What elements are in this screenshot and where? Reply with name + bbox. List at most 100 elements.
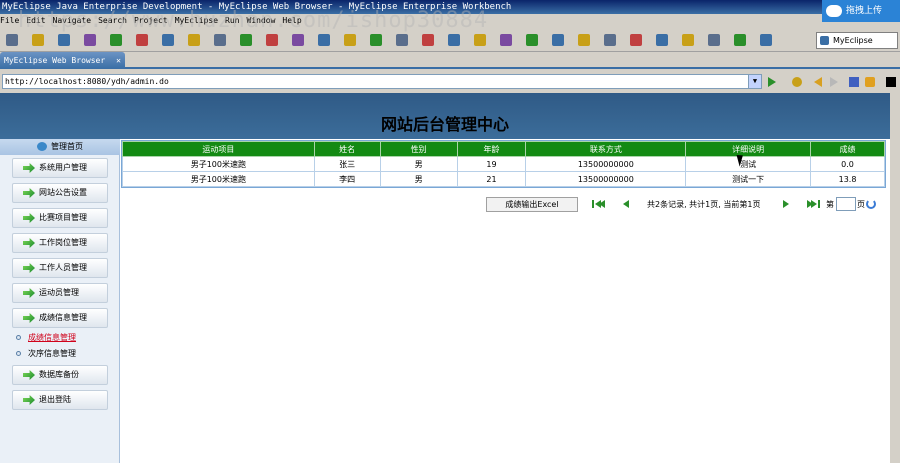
goto-prefix: 第 xyxy=(826,200,834,209)
toolbar-button-icon[interactable] xyxy=(32,34,44,46)
toolbar-button-icon[interactable] xyxy=(760,34,772,46)
column-header: 详细说明 xyxy=(685,141,812,157)
table-row[interactable]: 男子100米速跑 李四 男 21 13500000000 测试一下 13.8 xyxy=(122,171,885,187)
chevron-down-icon[interactable]: ▼ xyxy=(748,75,761,88)
sidebar-item-staff[interactable]: 工作人员管理 xyxy=(12,258,108,278)
menu-item-edit[interactable]: Edit xyxy=(26,16,45,25)
toolbar-button-icon[interactable] xyxy=(266,34,278,46)
cell-age: 19 xyxy=(456,156,527,172)
sub-item-score-info[interactable]: 成绩信息管理 xyxy=(16,332,76,344)
home-icon xyxy=(37,142,47,151)
toolbar-button-icon[interactable] xyxy=(240,34,252,46)
sidebar-item-positions[interactable]: 工作岗位管理 xyxy=(12,233,108,253)
goto-page-input[interactable] xyxy=(836,197,856,211)
next-page-icon[interactable] xyxy=(783,200,789,208)
sidebar: 管理首页 系统用户管理 网站公告设置 比赛项目管理 工作岗位管理 工作人员管理 … xyxy=(0,139,120,463)
menu-bar: File Edit Navigate Search Project MyEclipse Ru… xyxy=(0,14,900,28)
cell-contact: 13500000000 xyxy=(525,156,687,172)
prev-page-icon[interactable] xyxy=(623,200,629,208)
toolbar-button-icon[interactable] xyxy=(318,34,330,46)
console-icon[interactable] xyxy=(886,77,896,87)
menu-item-run[interactable]: Run xyxy=(225,16,239,25)
url-text: http://localhost:8080/ydh/admin.do xyxy=(5,77,169,86)
column-header: 运动项目 xyxy=(122,141,315,157)
arrow-icon xyxy=(23,288,35,298)
sidebar-item-home[interactable]: 管理首页 xyxy=(0,139,120,155)
toolbar-button-icon[interactable] xyxy=(500,34,512,46)
toolbar-button-icon[interactable] xyxy=(526,34,538,46)
forward-icon[interactable] xyxy=(830,77,838,87)
sub-item-order-info[interactable]: 次序信息管理 xyxy=(16,348,76,360)
toolbar-button-icon[interactable] xyxy=(630,34,642,46)
menu-item-myeclipse[interactable]: MyEclipse xyxy=(175,16,218,25)
sidebar-item-scores[interactable]: 成绩信息管理 xyxy=(12,308,108,328)
gear-icon[interactable] xyxy=(792,77,802,87)
sidebar-item-label: 成绩信息管理 xyxy=(39,313,87,322)
toolbar-button-icon[interactable] xyxy=(448,34,460,46)
toolbar-button-icon[interactable] xyxy=(578,34,590,46)
cell-score: 0.0 xyxy=(810,156,885,172)
url-input[interactable]: http://localhost:8080/ydh/admin.do ▼ xyxy=(2,74,762,89)
arrow-icon xyxy=(23,238,35,248)
table-row[interactable]: 男子100米速跑 张三 男 19 13500000000 测试 0.0 xyxy=(122,156,885,172)
menu-item-help[interactable]: Help xyxy=(282,16,301,25)
address-row: http://localhost:8080/ydh/admin.do ▼ xyxy=(0,71,900,93)
cell-event: 男子100米速跑 xyxy=(122,171,315,187)
go-icon[interactable] xyxy=(768,77,776,87)
toolbar-button-icon[interactable] xyxy=(136,34,148,46)
toolbar-button-icon[interactable] xyxy=(422,34,434,46)
close-icon[interactable]: ✕ xyxy=(116,52,121,69)
toolbar-button-icon[interactable] xyxy=(344,34,356,46)
sidebar-item-system-users[interactable]: 系统用户管理 xyxy=(12,158,108,178)
sidebar-item-db-backup[interactable]: 数据库备份 xyxy=(12,365,108,385)
sidebar-item-label: 工作人员管理 xyxy=(39,263,87,272)
tab-web-browser[interactable]: MyEclipse Web Browser ✕ xyxy=(0,52,125,69)
toolbar-button-icon[interactable] xyxy=(188,34,200,46)
toolbar-button-icon[interactable] xyxy=(474,34,486,46)
toolbar-button-icon[interactable] xyxy=(682,34,694,46)
menu-item-project[interactable]: Project xyxy=(134,16,168,25)
sidebar-item-logout[interactable]: 退出登陆 xyxy=(12,390,108,410)
toolbar-button-icon[interactable] xyxy=(292,34,304,46)
menu-item-window[interactable]: Window xyxy=(247,16,276,25)
menu-item-navigate[interactable]: Navigate xyxy=(53,16,92,25)
sidebar-item-label: 网站公告设置 xyxy=(39,188,87,197)
toolbar-button-icon[interactable] xyxy=(162,34,174,46)
upload-label: 拖拽上传 xyxy=(846,6,883,16)
cell-event: 男子100米速跑 xyxy=(122,156,315,172)
cell-gender: 男 xyxy=(379,156,458,172)
arrow-icon xyxy=(23,213,35,223)
toolbar-button-icon[interactable] xyxy=(110,34,122,46)
pager-summary: 共2条记录, 共计1页, 当前第1页 xyxy=(647,200,761,209)
arrow-icon xyxy=(23,163,35,173)
column-header: 年龄 xyxy=(456,141,527,157)
toolbar-button-icon[interactable] xyxy=(370,34,382,46)
toolbar-button-icon[interactable] xyxy=(604,34,616,46)
toolbar-button-icon[interactable] xyxy=(214,34,226,46)
toolbar-button-icon[interactable] xyxy=(84,34,96,46)
vertical-scrollbar[interactable] xyxy=(890,93,900,463)
back-icon[interactable] xyxy=(814,77,822,87)
sidebar-item-label: 运动员管理 xyxy=(39,288,79,297)
menu-item-search[interactable]: Search xyxy=(98,16,127,25)
export-excel-button[interactable]: 成绩输出Excel xyxy=(486,197,578,212)
toolbar-button-icon[interactable] xyxy=(552,34,564,46)
toolbar-button-icon[interactable] xyxy=(6,34,18,46)
toolbar-button-icon[interactable] xyxy=(396,34,408,46)
cell-name: 李四 xyxy=(313,171,381,187)
toolbar-button-icon[interactable] xyxy=(58,34,70,46)
stop-icon[interactable] xyxy=(849,77,859,87)
sidebar-home-label: 管理首页 xyxy=(51,142,83,151)
menu-item-file[interactable]: File xyxy=(0,16,19,25)
perspective-switcher[interactable]: MyEclipse xyxy=(816,32,898,49)
arrow-icon xyxy=(23,263,35,273)
upload-button[interactable]: 拖拽上传 xyxy=(822,0,900,22)
toolbar-button-icon[interactable] xyxy=(708,34,720,46)
column-header: 性别 xyxy=(379,141,458,157)
toolbar-button-icon[interactable] xyxy=(656,34,668,46)
sidebar-item-athletes[interactable]: 运动员管理 xyxy=(12,283,108,303)
toolbar-button-icon[interactable] xyxy=(734,34,746,46)
page-title: 网站后台管理中心 xyxy=(380,115,509,134)
refresh-icon[interactable] xyxy=(865,77,875,87)
refresh-icon[interactable] xyxy=(866,199,876,209)
